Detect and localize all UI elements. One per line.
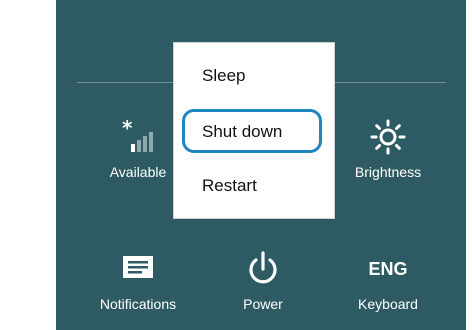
keyboard-label: Keyboard [358, 296, 418, 312]
restart-menu-item[interactable]: Restart [174, 172, 334, 200]
power-options-menu: Sleep Shut down Restart [173, 42, 335, 219]
sleep-menu-item[interactable]: Sleep [174, 62, 334, 90]
brightness-sun-icon [340, 118, 436, 156]
brightness-label: Brightness [354, 164, 422, 180]
notifications-label: Notifications [99, 296, 177, 312]
svg-text:*: * [122, 118, 133, 140]
network-tile[interactable]: * Available [90, 116, 186, 180]
network-label: Available [109, 164, 167, 180]
keyboard-tile[interactable]: ENG Keyboard [340, 250, 436, 312]
power-tile[interactable]: Power [215, 250, 311, 312]
keyboard-language-indicator: ENG [368, 259, 408, 279]
power-icon [215, 250, 311, 288]
power-label: Power [243, 296, 283, 312]
notifications-tile[interactable]: Notifications [90, 250, 186, 312]
notifications-icon [90, 250, 186, 288]
shut-down-menu-item[interactable]: Shut down [174, 118, 334, 146]
network-signal-icon: * [90, 116, 186, 156]
brightness-tile[interactable]: Brightness [340, 118, 436, 180]
